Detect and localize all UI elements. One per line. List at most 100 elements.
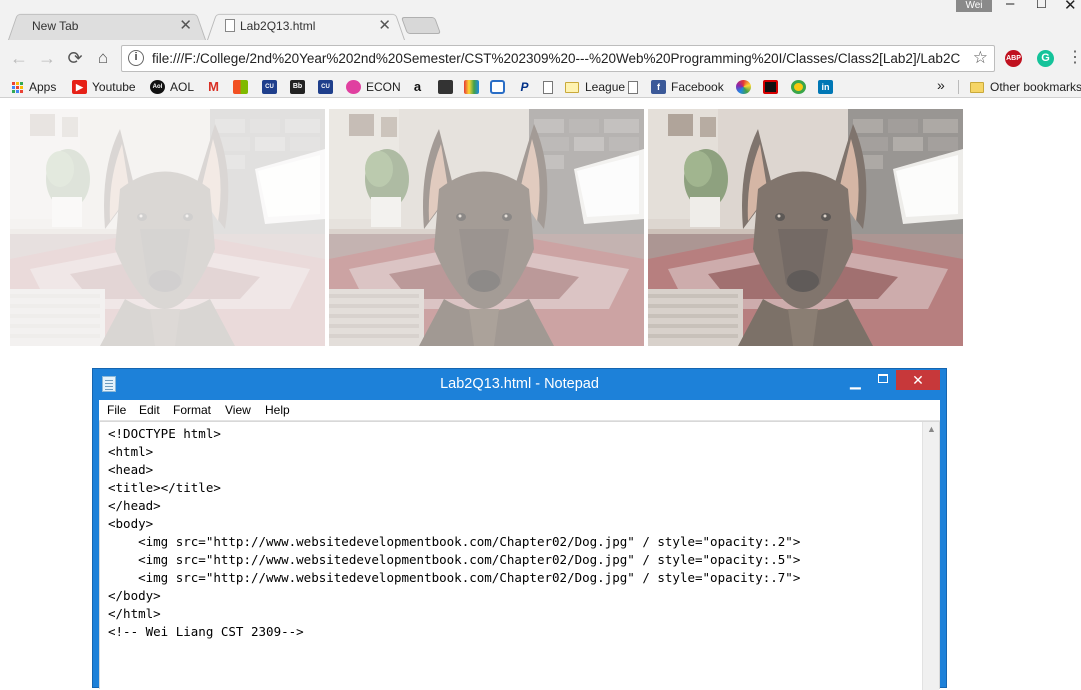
bookmark-facebook[interactable]: f Facebook (651, 79, 724, 95)
windows-icon (233, 80, 248, 94)
tab-close-icon[interactable]: ✕ (378, 16, 391, 34)
profile-badge[interactable]: Wei (956, 0, 992, 12)
dog-image (10, 109, 325, 346)
home-icon[interactable]: ⌂ (92, 47, 114, 69)
dog-image (648, 109, 963, 346)
new-tab-button[interactable] (400, 17, 442, 34)
menu-help[interactable]: Help (265, 403, 290, 417)
apps-grid-icon (12, 81, 23, 93)
dog-image (329, 109, 644, 346)
notepad-menu-bar: File Edit Format View Help (99, 400, 940, 421)
clock-icon (490, 80, 505, 94)
info-icon[interactable]: i (128, 50, 144, 66)
bookmarks-bar: Apps ▶ Youtube Aol AOL M CU Bb CU ECON a… (0, 76, 1081, 98)
bookmark-label: Youtube (92, 80, 136, 94)
close-button[interactable]: ✕ (896, 370, 940, 390)
menu-format[interactable]: Format (173, 403, 211, 417)
bookmark-page[interactable] (543, 79, 559, 95)
dog-photo (329, 109, 644, 346)
tab-title: Lab2Q13.html (240, 19, 316, 33)
gift-icon (438, 80, 453, 94)
color-wheel-icon (736, 80, 751, 94)
bookmark-ring[interactable] (791, 79, 806, 95)
facebook-icon: f (651, 80, 666, 94)
bookmark-color-wheel[interactable] (736, 79, 751, 95)
bookmark-cuny-2[interactable]: CU (318, 79, 333, 95)
cuny-icon: CU (262, 80, 277, 94)
amazon-icon: a (413, 79, 422, 94)
bookmark-red-app[interactable] (763, 79, 778, 95)
tab-lab2q13[interactable]: Lab2Q13.html ✕ (207, 11, 405, 40)
menu-edit[interactable]: Edit (139, 403, 160, 417)
youtube-icon: ▶ (72, 80, 87, 94)
minimize-icon[interactable]: ▁ (850, 373, 861, 390)
menu-icon[interactable]: ⋮ (1064, 47, 1081, 69)
menu-file[interactable]: File (107, 403, 126, 417)
browser-toolbar: ← → ⟳ ⌂ i file:///F:/College/2nd%20Year%… (0, 40, 1081, 76)
url-text[interactable]: file:///F:/College/2nd%20Year%202nd%20Se… (152, 51, 967, 66)
bookmark-label: Facebook (671, 80, 724, 94)
tab-new-tab[interactable]: New Tab ✕ (8, 11, 206, 40)
bookmark-label: Apps (29, 80, 57, 94)
tv-icon (464, 80, 479, 94)
bookmark-aol[interactable]: Aol AOL (150, 79, 194, 95)
forward-arrow-icon[interactable]: → (36, 47, 58, 69)
folder-icon (970, 81, 984, 93)
bookmark-label: League (585, 80, 626, 94)
bookmark-label: ECON (366, 80, 401, 94)
dog-photo (648, 109, 963, 346)
bookmark-blackboard[interactable]: Bb (290, 79, 305, 95)
ring-icon (791, 80, 806, 94)
bookmark-paypal[interactable]: P (517, 79, 532, 95)
bookmark-league[interactable]: League (565, 79, 625, 95)
bookmark-cuny-1[interactable]: CU (262, 79, 277, 95)
maximize-icon[interactable] (878, 374, 888, 383)
bookmark-gmail[interactable]: M (206, 79, 221, 95)
bookmark-youtube[interactable]: ▶ Youtube (72, 79, 136, 95)
bookmark-econ[interactable]: ECON (346, 79, 401, 95)
folder-icon (565, 81, 579, 93)
notepad-content: <!DOCTYPE html> <html> <head> <title></t… (108, 426, 801, 639)
bookmark-other-bookmarks[interactable]: Other bookmarks (970, 79, 1081, 95)
bookmark-tv[interactable] (464, 79, 479, 95)
bookmark-page[interactable] (628, 79, 644, 95)
cuny-icon: CU (318, 80, 333, 94)
adblock-plus-icon[interactable]: ABP (1005, 50, 1022, 67)
bookmark-amazon[interactable]: a (410, 79, 425, 95)
scroll-up-icon[interactable]: ▲ (927, 424, 936, 434)
minimize-icon[interactable]: – (1006, 0, 1014, 12)
vertical-scrollbar[interactable]: ▲ (922, 422, 939, 690)
tab-strip: New Tab ✕ Lab2Q13.html ✕ Wei – ☐ ✕ (0, 0, 1081, 40)
bookmark-clock[interactable] (490, 79, 505, 95)
window-title: Lab2Q13.html - Notepad (440, 376, 599, 392)
bookmark-linkedin[interactable]: in (818, 79, 833, 95)
grammarly-icon[interactable]: G (1037, 50, 1054, 67)
address-bar[interactable]: i file:///F:/College/2nd%20Year%202nd%20… (121, 45, 995, 72)
tab-close-icon[interactable]: ✕ (179, 16, 192, 34)
bookmark-label: AOL (170, 80, 195, 94)
tab-title: New Tab (32, 19, 79, 33)
red-app-icon (763, 80, 778, 94)
page-icon (628, 80, 638, 94)
notepad-title-bar[interactable]: Lab2Q13.html - Notepad ▁ ✕ (93, 369, 946, 400)
bookmarks-overflow-chevron-icon[interactable]: » (937, 77, 945, 93)
bookmarks-divider (958, 80, 959, 94)
notepad-window: Lab2Q13.html - Notepad ▁ ✕ File Edit For… (92, 368, 947, 690)
linkedin-icon: in (818, 80, 833, 94)
bookmark-label: Other bookmarks (990, 80, 1081, 94)
econ-icon (346, 80, 361, 94)
blackboard-icon: Bb (290, 80, 305, 94)
bookmark-apps[interactable]: Apps (12, 79, 56, 95)
close-icon[interactable]: ✕ (1064, 0, 1077, 14)
bookmark-star-icon[interactable]: ☆ (973, 48, 988, 68)
reload-icon[interactable]: ⟳ (64, 47, 86, 69)
notepad-text-area[interactable]: <!DOCTYPE html> <html> <head> <title></t… (99, 421, 940, 690)
page-icon (225, 19, 235, 32)
menu-view[interactable]: View (225, 403, 251, 417)
bookmark-gift[interactable] (438, 79, 453, 95)
bookmark-windows[interactable] (233, 79, 248, 95)
back-arrow-icon[interactable]: ← (8, 47, 30, 69)
paypal-icon: P (520, 80, 529, 94)
page-icon (543, 80, 553, 94)
maximize-icon[interactable]: ☐ (1036, 0, 1047, 11)
